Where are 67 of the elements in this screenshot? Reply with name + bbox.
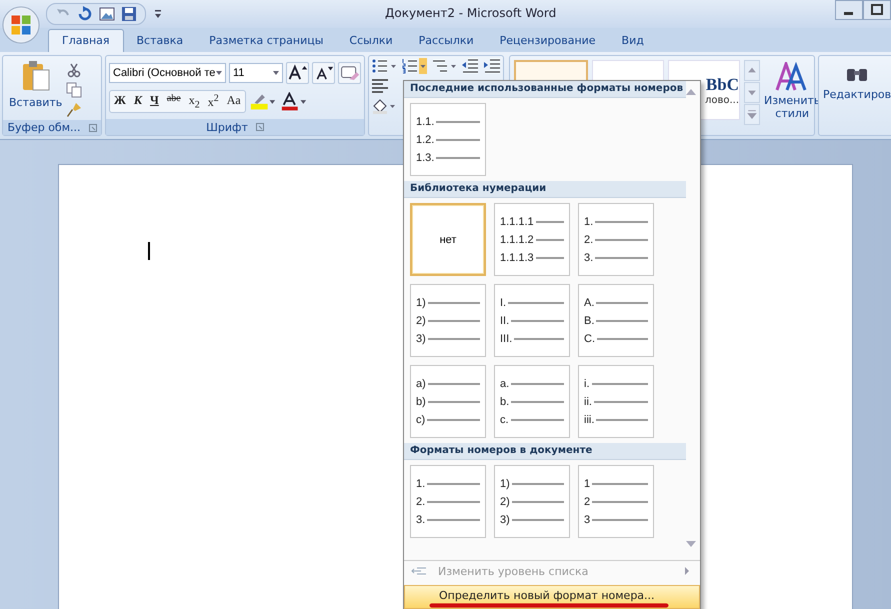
clipboard-icon [20,60,51,92]
format-button[interactable]: Ч [146,91,163,112]
change-case-button[interactable]: Aa [222,91,245,112]
bullet-list-icon[interactable] [371,58,397,74]
minimize-button[interactable] [835,0,863,20]
menu-item[interactable]: Определить новый формат номера... [404,585,700,609]
number-format-tile[interactable]: 1 2 3 [578,465,654,538]
paste-button[interactable]: Вставить [5,58,66,118]
text-cursor [148,242,150,260]
ribbon-tab[interactable]: Рецензирование [486,30,609,52]
image-icon[interactable] [99,6,115,22]
change-styles-button[interactable]: Изменить стили [764,60,820,131]
format-button[interactable]: x$^{2}$ [204,91,223,112]
save-icon[interactable] [121,6,137,22]
number-format-tile[interactable]: 1. 2. 3. [578,203,654,276]
section-header: Библиотека нумерации [404,181,686,198]
font-color-icon[interactable] [280,92,308,112]
copy-icon[interactable] [66,82,82,98]
shading-icon[interactable] [371,98,397,114]
ribbon-tab[interactable]: Ссылки [336,30,406,52]
section-header: Форматы номеров в документе [404,443,686,460]
section-header: Последние использованные форматы номеров [404,81,686,98]
redo-icon[interactable] [77,6,93,22]
font-name-field[interactable]: Calibri (Основной те [109,63,226,83]
customize-icon[interactable] [154,9,162,19]
list-level-icon [411,565,427,577]
grow-font-icon[interactable] [286,62,309,84]
dropdown-icon[interactable] [272,71,279,75]
brush-icon[interactable] [66,102,82,118]
dropdown-icon[interactable] [216,71,222,75]
group-label: Шрифт [206,120,248,134]
number-format-tile[interactable]: A. B. C. [578,284,654,357]
ribbon-tab[interactable]: Вид [608,30,657,52]
scissors-icon[interactable] [66,62,82,78]
number-format-tile[interactable]: 1.1.1.1 1.1.1.2 1.1.1.3 [494,203,570,276]
format-button[interactable]: abe [162,91,185,112]
format-button[interactable]: Ж [110,91,130,112]
number-format-tile[interactable]: 1.1. 1.2. 1.3. [410,103,486,176]
decrease-indent-icon[interactable] [461,58,479,74]
format-button[interactable]: x$_{2}$ [184,91,204,112]
shrink-font-icon[interactable] [312,62,335,84]
binoculars-icon [846,68,868,82]
letters-icon [775,62,810,92]
window-title: Документ2 - Microsoft Word [385,6,556,20]
number-format-tile[interactable]: 1) 2) 3) [410,284,486,357]
ribbon-tab[interactable]: Рассылки [406,30,487,52]
number-format-tile[interactable]: i. ii. iii. [578,365,654,438]
ribbon-tab[interactable]: Вставка [124,30,196,52]
number-format-tile[interactable]: 1. 2. 3. [410,465,486,538]
number-format-tile[interactable]: a) b) c) [410,365,486,438]
ribbon-tab[interactable]: Главная [48,29,124,52]
font-size-field[interactable]: 11 [229,63,283,83]
align-left-icon[interactable] [371,78,389,94]
number-format-tile[interactable]: I. II. III. [494,284,570,357]
ribbon-tab[interactable]: Разметка страницы [196,30,336,52]
number-format-tile[interactable]: 1) 2) 3) [494,465,570,538]
submenu-arrow-icon [684,567,690,575]
number-format-tile[interactable]: нет [410,203,486,276]
format-button[interactable]: К [130,91,146,112]
maximize-button[interactable] [863,0,891,20]
increase-indent-icon[interactable] [483,58,501,74]
editing-button[interactable]: Редактиров [823,60,891,101]
clear-format-icon[interactable] [338,62,361,84]
multilevel-list-icon[interactable] [431,58,457,74]
group-label: Буфер обм... [7,121,80,134]
number-format-tile[interactable]: a. b. c. [494,365,570,438]
numbered-list-icon[interactable] [401,58,427,74]
